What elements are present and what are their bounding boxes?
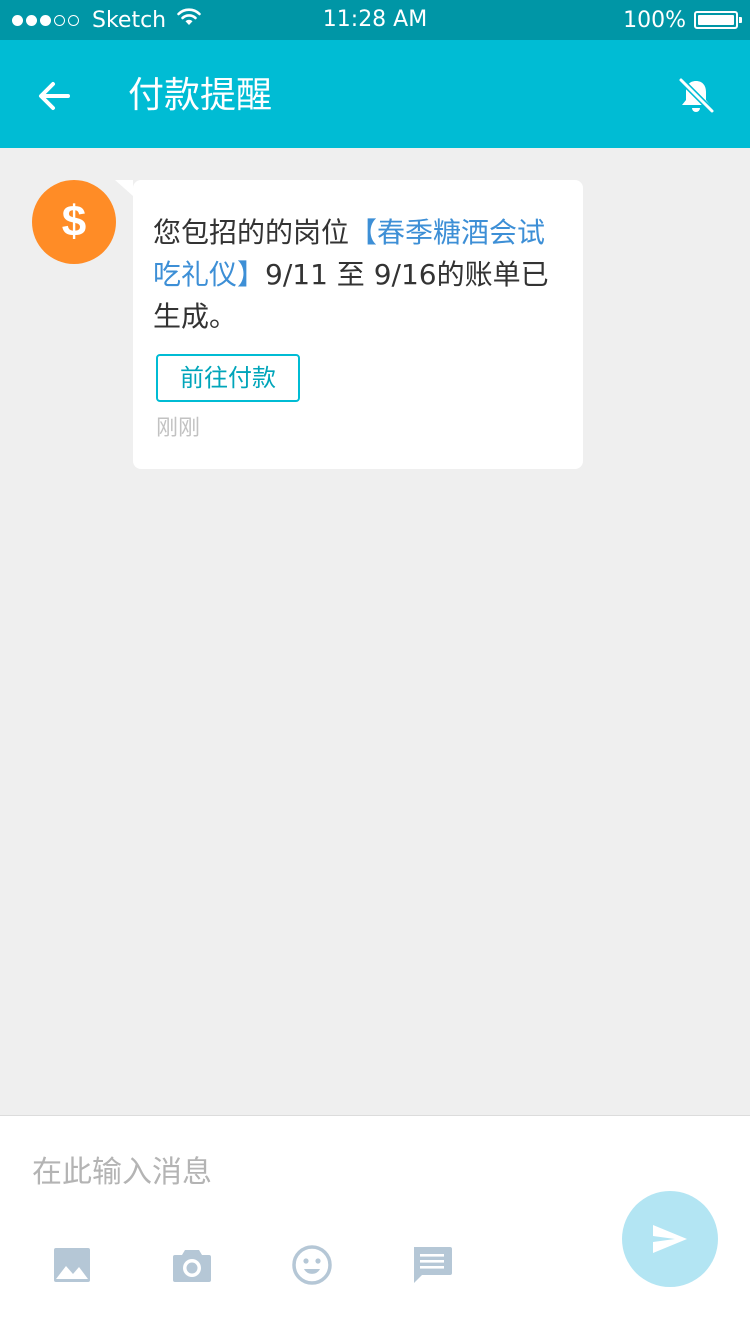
arrow-left-icon [39, 82, 70, 110]
message-timestamp: 刚刚 [156, 416, 201, 441]
quick-reply-icon [414, 1247, 452, 1283]
camera-button[interactable] [170, 1243, 214, 1287]
quick-reply-button[interactable] [410, 1243, 454, 1287]
image-button[interactable] [50, 1243, 94, 1287]
camera-icon [173, 1250, 211, 1282]
dollar-icon: $ [61, 197, 87, 246]
message-text: 您包招的的岗位【春季糖酒会试吃礼仪】9/11 至 9/16的账单已生成。 [153, 212, 573, 338]
battery-icon [694, 11, 742, 29]
message-text-part: 您包招的的岗位 [153, 216, 350, 249]
emoji-button[interactable] [290, 1243, 334, 1287]
message-bubble: 您包招的的岗位【春季糖酒会试吃礼仪】9/11 至 9/16的账单已生成。 前往付… [115, 180, 583, 469]
send-button[interactable] [622, 1191, 718, 1287]
send-icon [653, 1225, 687, 1253]
battery-fill [698, 15, 734, 25]
image-icon [54, 1248, 90, 1282]
composer [0, 1115, 750, 1335]
go-pay-button[interactable]: 前往付款 [156, 354, 300, 402]
avatar: $ [32, 180, 116, 264]
back-button[interactable] [30, 72, 78, 120]
battery-tip [739, 17, 742, 23]
page-title: 付款提醒 [128, 75, 273, 116]
nav-bar: 付款提醒 [0, 40, 750, 148]
emoji-icon [292, 1245, 332, 1285]
message-input[interactable] [32, 1144, 592, 1200]
mute-notifications-button[interactable] [672, 72, 720, 120]
bell-off-icon [678, 77, 715, 114]
status-right: 100% [623, 6, 742, 34]
battery-percent: 100% [623, 7, 686, 33]
status-bar: Sketch 11:28 AM 100% [0, 0, 750, 40]
